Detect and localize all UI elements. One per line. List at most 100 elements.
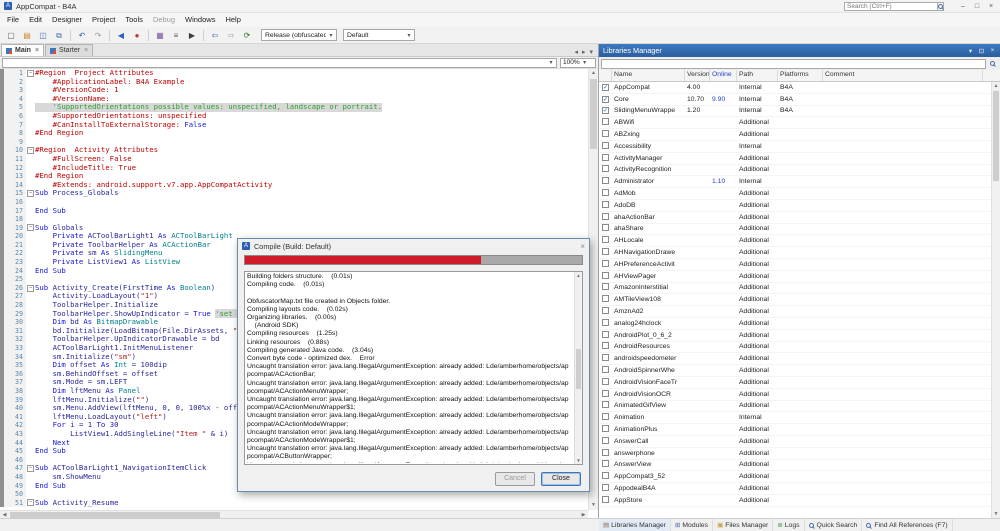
column-header-version[interactable]: Version	[685, 70, 710, 81]
scrollbar-thumb[interactable]	[993, 91, 999, 181]
tab-starter[interactable]: Starter ×	[45, 44, 94, 56]
save-icon[interactable]: ◫	[36, 29, 50, 42]
fold-marker-icon[interactable]: −	[26, 284, 35, 293]
code-line[interactable]: 17 End Sub	[0, 206, 588, 216]
menu-item-help[interactable]: Help	[220, 13, 245, 27]
library-row[interactable]: ahaShare Additional	[599, 224, 991, 236]
scrollbar-thumb[interactable]	[576, 348, 581, 389]
library-checkbox[interactable]	[602, 189, 609, 197]
minimize-button[interactable]: –	[956, 0, 970, 13]
library-row[interactable]: AdMob Additional	[599, 188, 991, 200]
library-row[interactable]: AdoDB Additional	[599, 200, 991, 212]
build-configuration-select[interactable]: Release (obfuscated) ▾	[261, 29, 337, 41]
log-scrollbar[interactable]: ▲ ▼	[574, 272, 582, 464]
library-checkbox[interactable]	[602, 236, 609, 244]
library-checkbox[interactable]	[602, 460, 609, 468]
save-all-icon[interactable]: ⧉	[52, 29, 66, 42]
undo-icon[interactable]: ↶	[75, 29, 89, 42]
menu-item-windows[interactable]: Windows	[180, 13, 220, 27]
stop-icon[interactable]: ●	[130, 29, 144, 42]
library-row[interactable]: Animation Internal	[599, 412, 991, 425]
library-row[interactable]: ✓ SlidingMenuWrappe 1.20 Internal B4A	[599, 106, 991, 118]
next-position-icon[interactable]: ⇨	[224, 29, 238, 42]
library-row[interactable]: AmazonInterstitial Additional	[599, 283, 991, 295]
library-checkbox[interactable]	[602, 153, 609, 161]
library-row[interactable]: analog24hclock Additional	[599, 318, 991, 330]
bottom-tab-modules[interactable]: ⊞ Modules	[671, 518, 714, 531]
library-checkbox[interactable]	[602, 259, 609, 267]
library-checkbox[interactable]	[602, 483, 609, 491]
library-row[interactable]: ✓ Core 10.70 9.90 Internal B4A	[599, 94, 991, 106]
fold-marker-icon[interactable]: −	[26, 464, 35, 473]
library-checkbox[interactable]	[602, 130, 609, 138]
column-header-name[interactable]: Name	[612, 70, 685, 81]
library-checkbox[interactable]	[602, 318, 609, 326]
column-header-comment[interactable]: Comment	[823, 70, 983, 81]
column-header-online[interactable]: Online	[710, 70, 737, 81]
code-line[interactable]: 51− Sub Activity_Resume	[0, 498, 588, 508]
library-checkbox[interactable]	[602, 366, 609, 374]
library-checkbox[interactable]	[602, 212, 609, 220]
library-row[interactable]: AndroidResources Additional	[599, 342, 991, 354]
bottom-tab-find-all-references-f7-[interactable]: Find All References (F7)	[862, 518, 953, 531]
library-row[interactable]: AppCompat3_52 Additional	[599, 471, 991, 484]
library-checkbox[interactable]	[602, 472, 609, 480]
library-row[interactable]: AHLocale Additional	[599, 235, 991, 248]
library-row[interactable]: AnswerCall Additional	[599, 436, 991, 448]
tab-list-icon[interactable]: ▾	[587, 48, 595, 56]
library-checkbox[interactable]	[602, 425, 609, 432]
library-checkbox[interactable]	[602, 141, 609, 149]
global-search-input[interactable]	[844, 2, 938, 11]
code-line[interactable]: 8 #End Region	[0, 128, 588, 138]
library-filter-input[interactable]	[601, 58, 986, 69]
library-row[interactable]: Administrator 1.10 Internal	[599, 176, 991, 189]
zoom-select[interactable]: 100% ▾	[560, 57, 596, 68]
library-checkbox[interactable]	[602, 377, 609, 385]
code-line[interactable]: 15− Sub Process_Globals	[0, 189, 588, 198]
library-checkbox[interactable]	[602, 436, 609, 444]
bottom-tab-libraries-manager[interactable]: ▤ Libraries Manager	[599, 518, 671, 531]
library-row[interactable]: Accessibility Internal	[599, 141, 991, 153]
library-checkbox[interactable]	[602, 224, 609, 232]
close-tab-icon[interactable]: ×	[84, 47, 88, 54]
menu-item-tools[interactable]: Tools	[120, 13, 148, 27]
menu-item-project[interactable]: Project	[87, 13, 120, 27]
library-row[interactable]: AppodealB4A Additional	[599, 483, 991, 495]
redo-icon[interactable]: ↷	[91, 29, 105, 42]
code-line[interactable]: 16	[0, 197, 588, 207]
library-checkbox[interactable]	[602, 401, 609, 409]
bottom-tab-quick-search[interactable]: Quick Search	[805, 518, 863, 531]
column-header-platforms[interactable]: Platforms	[778, 70, 823, 81]
library-row[interactable]: AMTileView108 Additional	[599, 294, 991, 307]
navigate-back-icon[interactable]: ◀	[114, 29, 128, 42]
library-checkbox[interactable]	[602, 165, 609, 173]
fold-marker-icon[interactable]: −	[26, 499, 35, 508]
modules-icon[interactable]: ≡	[169, 29, 183, 42]
scroll-up-icon[interactable]: ▲	[575, 272, 582, 279]
library-row[interactable]: AHViewPager Additional	[599, 271, 991, 283]
pin-icon[interactable]: ⊡	[976, 47, 987, 55]
scroll-down-icon[interactable]: ▼	[992, 510, 1000, 518]
fold-marker-icon[interactable]: −	[26, 146, 35, 155]
recompile-icon[interactable]: ⟳	[240, 29, 254, 42]
library-checkbox[interactable]: ✓	[602, 83, 609, 91]
panel-vertical-scrollbar[interactable]: ▲ ▼	[991, 82, 1000, 518]
library-checkbox[interactable]	[602, 330, 609, 338]
library-checkbox[interactable]	[602, 448, 609, 456]
library-row[interactable]: AndroidSpinnerWhe Additional	[599, 365, 991, 377]
new-file-icon[interactable]: ▢	[4, 29, 18, 42]
column-header-path[interactable]: Path	[737, 70, 778, 81]
library-row[interactable]: ahaActionBar Additional	[599, 212, 991, 224]
member-navigation-select[interactable]: ▾	[2, 57, 557, 68]
library-row[interactable]: ActivityRecognition Additional	[599, 165, 991, 177]
library-row[interactable]: answerphone Additional	[599, 448, 991, 460]
close-tab-icon[interactable]: ×	[35, 47, 39, 54]
library-row[interactable]: AmznAd2 Additional	[599, 306, 991, 318]
library-checkbox[interactable]	[602, 271, 609, 279]
scroll-tabs-left-icon[interactable]: ◂	[572, 48, 580, 56]
run-icon[interactable]: ▶	[185, 29, 199, 42]
library-row[interactable]: AndroidVisionFaceTr Additional	[599, 377, 991, 389]
editor-horizontal-scrollbar[interactable]: ◀ ▶	[0, 510, 588, 518]
menu-item-designer[interactable]: Designer	[47, 13, 87, 27]
close-compile-button[interactable]: Close	[541, 472, 581, 486]
